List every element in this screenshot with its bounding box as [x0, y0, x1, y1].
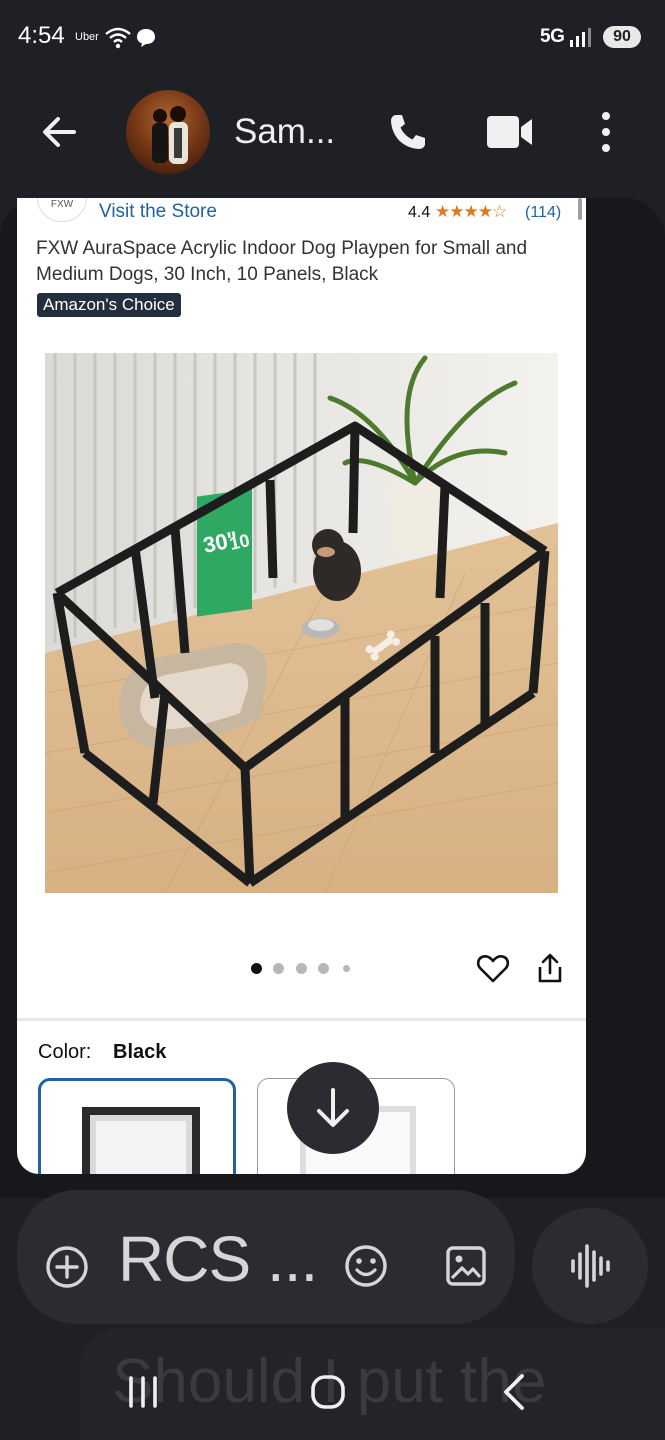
message-notification-icon	[137, 29, 155, 47]
amazons-choice-badge: Amazon's Choice	[37, 293, 181, 317]
divider	[17, 1018, 586, 1021]
status-time: 4:54	[18, 22, 65, 49]
wifi-icon	[105, 27, 131, 49]
gallery-icon[interactable]	[444, 1244, 488, 1288]
carousel-dot[interactable]	[343, 965, 350, 972]
nav-back-icon[interactable]	[498, 1370, 530, 1414]
scroll-to-bottom-button[interactable]	[287, 1062, 379, 1154]
review-count-link[interactable]: (114)	[525, 204, 561, 222]
back-arrow-icon[interactable]	[34, 108, 86, 156]
heart-icon[interactable]	[476, 952, 510, 986]
rating-value: 4.4	[408, 204, 431, 221]
add-attachment-icon[interactable]	[44, 1244, 90, 1290]
carousel-dot[interactable]	[318, 963, 329, 974]
waveform-icon	[571, 1244, 610, 1288]
color-swatch-black[interactable]	[38, 1078, 236, 1174]
color-value: Black	[113, 1041, 167, 1063]
card-scrollbar[interactable]	[578, 198, 582, 220]
home-icon[interactable]	[309, 1373, 347, 1411]
visit-store-link[interactable]: Visit the Store	[99, 201, 217, 223]
network-type: 5G	[540, 26, 565, 47]
product-image[interactable]: 30" 10	[45, 353, 558, 893]
uber-notification-icon: Uber	[75, 31, 99, 43]
store-logo[interactable]: FXW	[37, 198, 87, 222]
status-bar: 4:54 Uber 5G 90	[0, 0, 665, 76]
battery-indicator: 90	[603, 26, 641, 48]
share-icon[interactable]	[533, 952, 567, 986]
product-title: FXW AuraSpace Acrylic Indoor Dog Playpen…	[36, 238, 528, 285]
contact-avatar[interactable]	[126, 90, 210, 174]
carousel-dot-active[interactable]	[251, 963, 262, 974]
sign-panels-text: 10	[228, 530, 252, 554]
arrow-down-icon	[317, 1088, 349, 1127]
carousel-dot[interactable]	[273, 963, 284, 974]
message-input[interactable]: RCS ...	[118, 1222, 318, 1296]
recent-apps-icon[interactable]	[123, 1374, 163, 1410]
carousel-dot[interactable]	[296, 963, 307, 974]
contact-name[interactable]: Sam...	[234, 112, 335, 152]
shared-product-card[interactable]: FXW Visit the Store 4.4 ★★★★☆ (114) FXW …	[17, 198, 586, 1174]
phone-icon[interactable]	[382, 108, 434, 156]
voice-message-button[interactable]	[532, 1208, 648, 1324]
emoji-icon[interactable]	[342, 1242, 390, 1290]
color-label: Color:	[38, 1041, 92, 1063]
rating-stars-icon[interactable]: ★★★★☆	[435, 202, 507, 222]
signal-icon	[570, 28, 591, 47]
video-call-icon[interactable]	[484, 108, 536, 156]
more-options-icon[interactable]	[590, 108, 622, 156]
